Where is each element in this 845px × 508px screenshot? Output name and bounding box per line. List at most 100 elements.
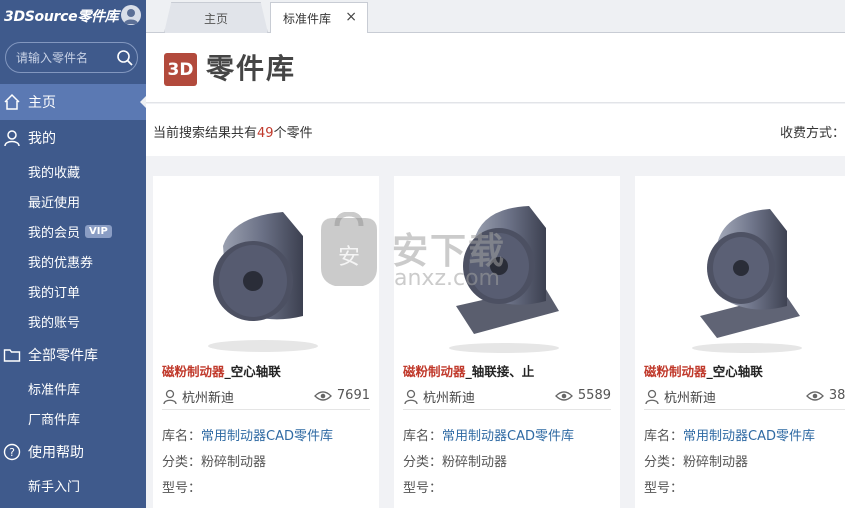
eye-icon — [554, 390, 573, 401]
title-rest: _空心轴联 — [224, 364, 281, 379]
sidebar-item-label: 全部零件库 — [28, 348, 98, 364]
vip-badge: VIP — [85, 224, 112, 238]
part-title[interactable]: 磁粉制动器_空心轴联 — [162, 361, 281, 380]
eye-icon — [313, 390, 332, 401]
library-link[interactable]: 常用制动器CAD零件库 — [683, 429, 815, 444]
sidebar-item-label: 主页 — [28, 95, 56, 111]
sidebar-item-standard-parts[interactable]: 标准件库 — [0, 373, 146, 403]
logo-mark: 3D — [164, 53, 197, 86]
view-number: 7691 — [336, 388, 370, 403]
sidebar-item-getting-started[interactable]: 新手入门 — [0, 470, 146, 500]
sidebar-item-label: 使用帮助 — [28, 445, 84, 461]
user-icon — [404, 389, 418, 404]
model-label: 型号： — [644, 481, 684, 496]
part-title[interactable]: 磁粉制动器_轴联接、止 — [403, 361, 534, 380]
tab-home[interactable]: 主页 — [164, 2, 268, 33]
category-label: 分类： — [162, 455, 202, 470]
part-title[interactable]: 磁粉制动器_空心轴联 — [644, 361, 763, 380]
sidebar-item-label: 我的优惠券 — [28, 255, 94, 271]
user-avatar-icon — [124, 9, 138, 24]
logo-text: 零件库 — [206, 52, 297, 85]
tab-standard-parts[interactable]: 标准件库 × — [270, 2, 368, 34]
fee-filter-label[interactable]: 收费方式： — [780, 122, 845, 141]
model-row: 型号： — [644, 477, 683, 496]
tab-label: 标准件库 — [283, 12, 332, 26]
sidebar-item-coupons[interactable]: 我的优惠券 — [0, 246, 146, 276]
folder-icon — [3, 346, 21, 364]
title-keyword: 磁粉制动器 — [162, 364, 225, 379]
user-icon — [645, 389, 659, 404]
view-count: 3825 — [805, 388, 845, 403]
sidebar-item-account[interactable]: 我的账号 — [0, 306, 146, 336]
search-icon[interactable] — [116, 49, 134, 71]
sidebar-item-label: 我的会员 — [28, 225, 81, 241]
result-bar: 当前搜索结果共有49个零件 收费方式： — [146, 104, 845, 156]
sidebar-item-vendor-parts[interactable]: 厂商件库 — [0, 403, 146, 433]
library-link[interactable]: 常用制动器CAD零件库 — [442, 429, 574, 444]
card-meta: 杭州新迪 3825 — [644, 384, 845, 410]
category-label: 分类： — [644, 455, 684, 470]
sidebar-item-label: 我的订单 — [28, 285, 81, 301]
user-avatar[interactable] — [121, 5, 141, 25]
sidebar-item-mine[interactable]: 我的 — [0, 120, 146, 156]
brake-hollow-shaft-base-image — [692, 209, 802, 353]
library-label: 库名： — [403, 429, 443, 444]
category-row: 分类：粉碎制动器 — [403, 451, 507, 470]
part-image[interactable] — [635, 176, 845, 356]
library-link[interactable]: 常用制动器CAD零件库 — [201, 429, 333, 444]
library-row: 库名：常用制动器CAD零件库 — [644, 425, 815, 444]
title-rest: _轴联接、止 — [465, 364, 535, 379]
app-title: 3DSource零件库 — [4, 9, 119, 25]
view-number: 3825 — [828, 388, 845, 403]
sidebar-item-label: 我的收藏 — [28, 165, 81, 181]
category-value: 粉碎制动器 — [442, 455, 508, 470]
model-row: 型号： — [162, 477, 201, 496]
category-value: 粉碎制动器 — [201, 455, 267, 470]
search-input[interactable] — [6, 43, 111, 72]
sidebar-item-all-parts[interactable]: 全部零件库 — [0, 337, 146, 373]
help-icon: ? — [3, 443, 21, 461]
library-label: 库名： — [644, 429, 684, 444]
title-keyword: 磁粉制动器 — [644, 364, 707, 379]
sidebar-item-favorites[interactable]: 我的收藏 — [0, 156, 146, 186]
home-icon — [3, 93, 21, 111]
view-count: 5589 — [554, 388, 611, 403]
tab-label: 主页 — [203, 11, 228, 26]
view-number: 5589 — [577, 388, 611, 403]
sidebar-item-label: 新手入门 — [28, 479, 81, 495]
library-row: 库名：常用制动器CAD零件库 — [162, 425, 333, 444]
card-meta: 杭州新迪 7691 — [162, 384, 370, 410]
result-suffix: 个零件 — [273, 126, 313, 141]
part-card[interactable]: 磁粉制动器_空心轴联 杭州新迪 3825 库名：常用制动器CAD零件库 分类：粉… — [635, 176, 845, 508]
card-meta: 杭州新迪 5589 — [403, 384, 611, 410]
sidebar-item-home[interactable]: 主页 — [0, 84, 146, 120]
view-count: 7691 — [313, 388, 370, 403]
user-icon — [3, 129, 21, 147]
model-label: 型号： — [403, 481, 443, 496]
sidebar-item-orders[interactable]: 我的订单 — [0, 276, 146, 306]
search-box — [5, 42, 138, 73]
close-icon[interactable]: × — [345, 9, 357, 25]
result-count: 49 — [257, 126, 274, 141]
category-value: 粉碎制动器 — [683, 455, 749, 470]
tab-bar: 主页 标准件库 × — [146, 0, 845, 34]
library-row: 库名：常用制动器CAD零件库 — [403, 425, 574, 444]
sidebar-item-membership[interactable]: 我的会员 VIP — [0, 216, 146, 246]
category-label: 分类： — [403, 455, 443, 470]
svg-text:安: 安 — [338, 245, 360, 270]
sidebar-item-label: 厂商件库 — [28, 412, 81, 428]
author-name: 杭州新迪 — [182, 391, 235, 406]
eye-icon — [805, 390, 824, 401]
sidebar-item-label: 我的账号 — [28, 315, 81, 331]
author-name: 杭州新迪 — [423, 391, 476, 406]
svg-text:?: ? — [9, 446, 15, 459]
watermark-shield-icon: 安 — [321, 212, 377, 286]
sidebar-item-help[interactable]: ? 使用帮助 — [0, 434, 146, 470]
library-label: 库名： — [162, 429, 202, 444]
category-row: 分类：粉碎制动器 — [162, 451, 266, 470]
sidebar-item-label: 最近使用 — [28, 195, 81, 211]
category-row: 分类：粉碎制动器 — [644, 451, 748, 470]
sidebar-item-label: 标准件库 — [28, 382, 81, 398]
result-prefix: 当前搜索结果共有 — [153, 126, 258, 141]
sidebar-item-recent[interactable]: 最近使用 — [0, 186, 146, 216]
